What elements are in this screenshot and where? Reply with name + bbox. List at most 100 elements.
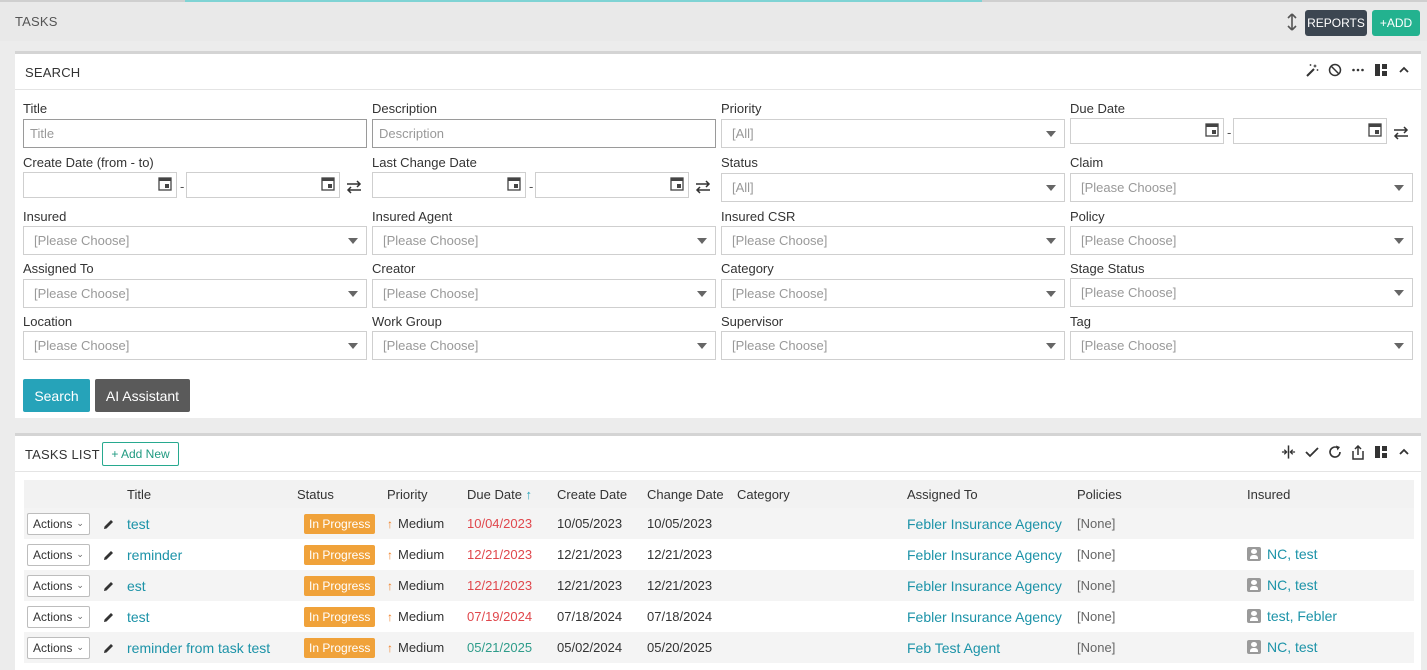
resize-columns-icon[interactable] [1281,444,1296,460]
assigned-to-select[interactable]: [Please Choose] [23,279,367,308]
insured-agent-select[interactable]: [Please Choose] [372,226,716,255]
due-date-to[interactable] [1233,118,1387,144]
priority-select[interactable]: [All] [721,119,1065,148]
magic-wand-icon[interactable] [1304,62,1319,78]
work-group-label: Work Group [372,314,442,329]
insured-link[interactable]: test, Febler [1247,608,1337,624]
actions-dropdown[interactable]: Actions ⌄ [27,512,90,535]
column-header-due-date[interactable]: Due Date ↑ [467,480,557,508]
calendar-icon[interactable] [321,176,335,191]
create-date-from[interactable] [23,172,177,198]
edit-icon[interactable] [102,642,115,655]
search-button[interactable]: Search [23,379,90,412]
calendar-icon[interactable] [158,176,172,191]
ai-assistant-button[interactable]: AI Assistant [95,379,190,412]
calendar-icon[interactable] [1368,122,1382,137]
reports-button[interactable]: REPORTS [1305,10,1367,36]
work-group-select[interactable]: [Please Choose] [372,331,716,360]
column-header[interactable]: Insured [1247,480,1414,508]
layout-icon[interactable] [1373,62,1388,78]
insured-label: Insured [23,209,67,224]
swap-dates-icon[interactable] [694,180,712,194]
table-header-row: Title Status Priority Due Date ↑ Create … [24,480,1414,508]
column-header[interactable]: Title [127,480,297,508]
title-input[interactable]: Title [23,119,367,148]
edit-icon[interactable] [102,549,115,562]
actions-label: Actions [33,547,73,562]
add-new-button[interactable]: + Add New [102,442,179,466]
assigned-to-link[interactable]: Febler Insurance Agency [907,578,1062,594]
policy-select[interactable]: [Please Choose] [1070,226,1413,255]
chevron-down-icon [1046,131,1056,137]
assigned-to-link[interactable]: Febler Insurance Agency [907,609,1062,625]
policy-label: Policy [1070,209,1105,224]
calendar-icon[interactable] [507,176,521,191]
column-header[interactable]: Status [297,480,387,508]
column-header[interactable]: Assigned To [907,480,1077,508]
actions-label: Actions [33,640,73,655]
creator-select[interactable]: [Please Choose] [372,279,716,308]
table-row: Actions ⌄ reminder In Progress ↑ Medium 12/21/… [24,539,1414,570]
calendar-icon[interactable] [1205,122,1219,137]
claim-select[interactable]: [Please Choose] [1070,173,1413,202]
supervisor-select[interactable]: [Please Choose] [721,331,1065,360]
last-change-date-from[interactable] [372,172,526,198]
edit-icon[interactable] [102,518,115,531]
export-icon[interactable] [1350,444,1365,460]
date-separator: - [1227,125,1232,140]
category-select[interactable]: [Please Choose] [721,279,1065,308]
column-header[interactable]: Category [737,480,907,508]
due-date-from[interactable] [1070,118,1224,144]
tag-select[interactable]: [Please Choose] [1070,331,1413,360]
insured-value: [Please Choose] [34,233,130,248]
actions-dropdown[interactable]: Actions ⌄ [27,605,90,628]
layout-icon[interactable] [1373,444,1388,460]
collapse-icon[interactable] [1396,444,1411,460]
chevron-down-icon: ⌄ [76,549,84,559]
last-change-date-to[interactable] [535,172,689,198]
status-badge: In Progress [304,637,376,658]
chevron-down-icon [697,343,707,349]
calendar-icon[interactable] [670,176,684,191]
category-label: Category [721,261,774,276]
actions-dropdown[interactable]: Actions ⌄ [27,543,90,566]
clear-filter-icon[interactable] [1327,62,1342,78]
task-title-link[interactable]: reminder from task test [127,640,270,656]
assigned-to-link[interactable]: Feb Test Agent [907,640,1000,656]
insured-csr-select[interactable]: [Please Choose] [721,226,1065,255]
collapse-icon[interactable] [1396,62,1411,78]
more-options-icon[interactable] [1350,62,1365,78]
description-input[interactable]: Description [372,119,716,148]
column-header[interactable]: Policies [1077,480,1247,508]
edit-icon[interactable] [102,611,115,624]
location-label: Location [23,314,73,329]
task-title-link[interactable]: test [127,516,150,532]
status-select[interactable]: [All] [721,173,1065,202]
task-title-link[interactable]: est [127,578,146,594]
column-header[interactable]: Priority [387,480,467,508]
refresh-icon[interactable] [1327,444,1342,460]
insured-link[interactable]: NC, test [1247,639,1318,655]
column-header[interactable]: Change Date [647,480,737,508]
actions-dropdown[interactable]: Actions ⌄ [27,636,90,659]
task-title-link[interactable]: reminder [127,547,182,563]
assigned-to-link[interactable]: Febler Insurance Agency [907,547,1062,563]
insured-link[interactable]: NC, test [1247,546,1318,562]
insured-link[interactable]: NC, test [1247,577,1318,593]
vertical-arrows-icon[interactable] [1284,12,1300,32]
swap-dates-icon[interactable] [1392,126,1410,140]
chevron-down-icon [1046,185,1056,191]
contact-card-icon [1247,546,1261,561]
create-date-to[interactable] [186,172,340,198]
stage-status-select[interactable]: [Please Choose] [1070,278,1413,307]
edit-icon[interactable] [102,580,115,593]
location-select[interactable]: [Please Choose] [23,331,367,360]
actions-dropdown[interactable]: Actions ⌄ [27,574,90,597]
task-title-link[interactable]: test [127,609,150,625]
add-button[interactable]: +ADD [1372,10,1420,36]
swap-dates-icon[interactable] [345,180,363,194]
assigned-to-link[interactable]: Febler Insurance Agency [907,516,1062,532]
column-header[interactable]: Create Date [557,480,647,508]
insured-select[interactable]: [Please Choose] [23,226,367,255]
checkmark-icon[interactable] [1304,444,1319,460]
